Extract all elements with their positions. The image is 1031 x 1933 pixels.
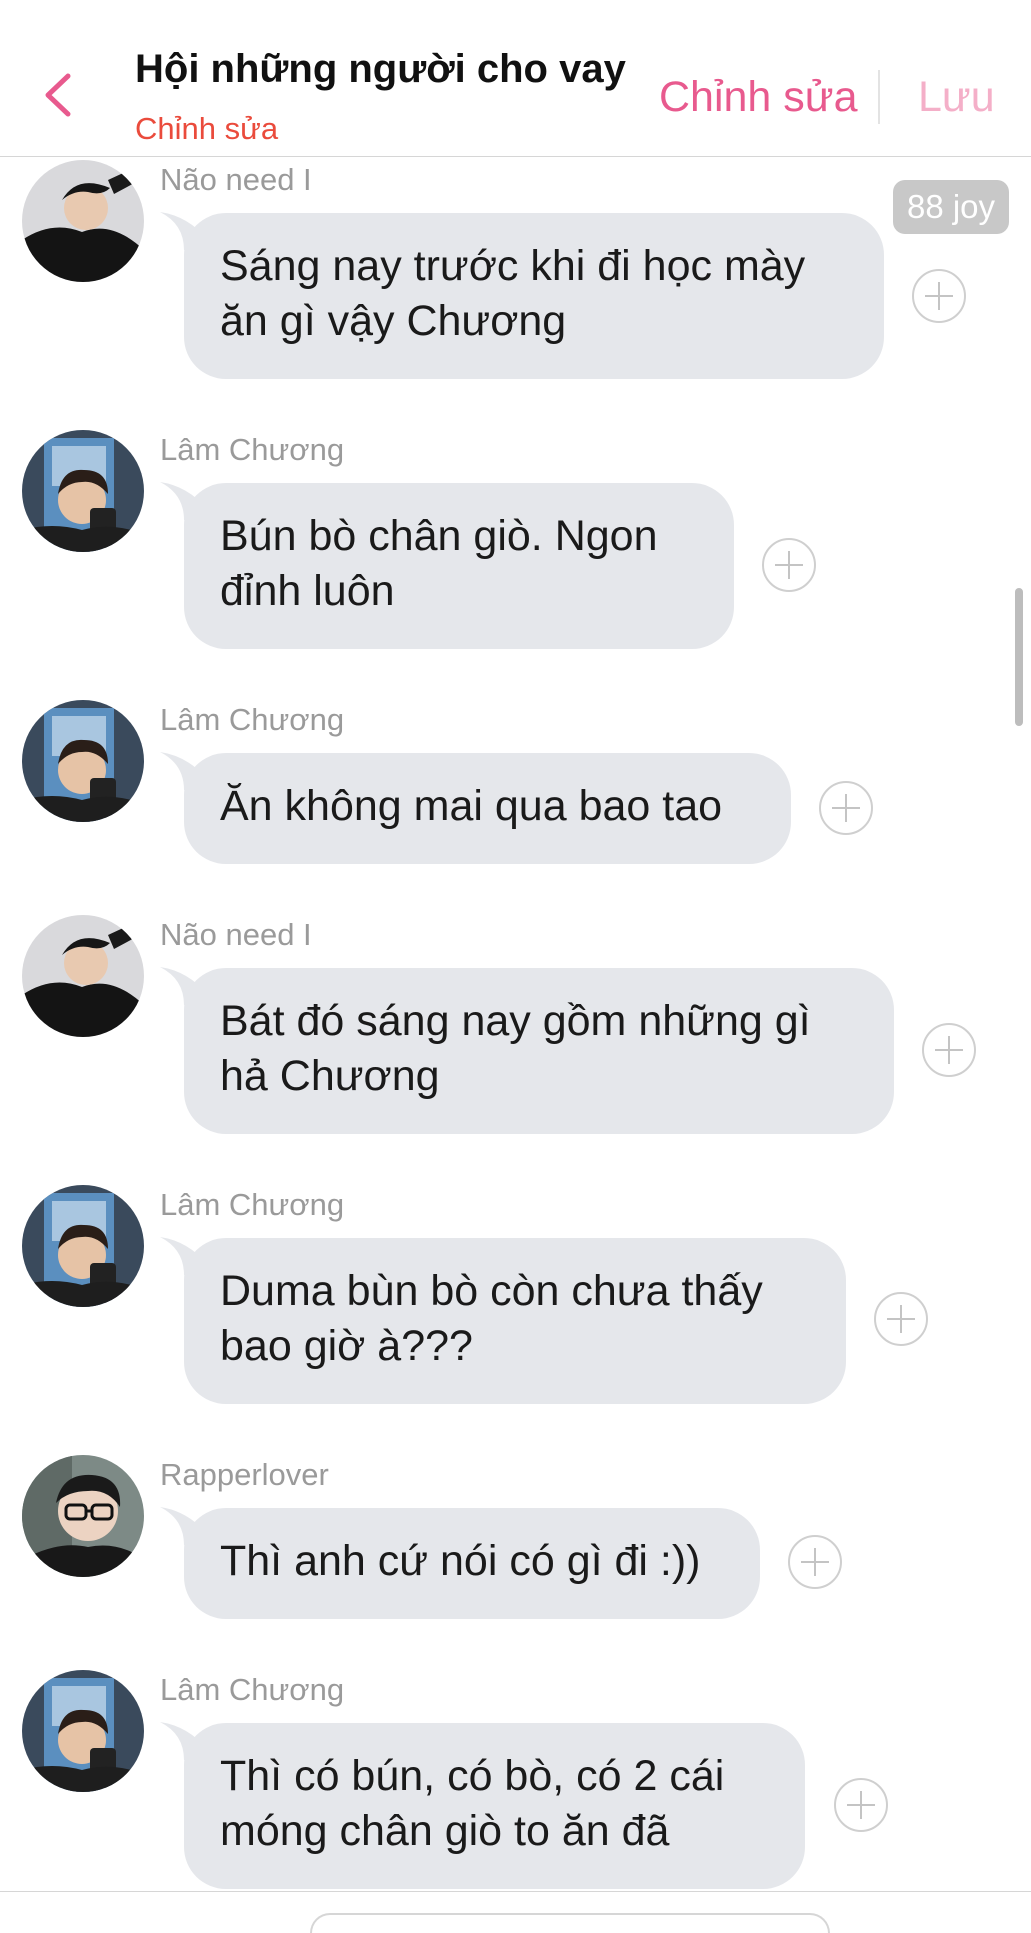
avatar-nao-image — [22, 160, 144, 282]
avatar[interactable] — [22, 1185, 144, 1307]
back-button[interactable] — [38, 70, 78, 120]
scrollbar[interactable] — [1015, 588, 1023, 726]
avatar-lam-image — [22, 1185, 144, 1307]
message-line: ăn gì vậy Chương — [220, 297, 567, 345]
chevron-left-icon — [45, 73, 71, 117]
message-bubble[interactable]: Duma bùn bò còn chưa thấy bao giờ à??? — [184, 1238, 846, 1404]
avatar[interactable] — [22, 430, 144, 552]
avatar[interactable] — [22, 1455, 144, 1577]
message-bubble[interactable]: Bún bò chân giò. Ngon đỉnh luôn — [184, 483, 734, 649]
message-line: Ăn không mai qua bao tao — [220, 782, 723, 830]
message-line: Bún bò chân giò. Ngon — [220, 512, 658, 560]
message-line: Sáng nay trước khi đi học mày — [220, 242, 806, 290]
add-reaction-button[interactable] — [912, 269, 966, 323]
avatar[interactable] — [22, 1670, 144, 1792]
message-bubble[interactable]: Thì anh cứ nói có gì đi :)) — [184, 1508, 760, 1619]
message-line: Duma bùn bò còn chưa thấy — [220, 1267, 763, 1315]
avatar[interactable] — [22, 915, 144, 1037]
avatar-lam-image — [22, 1670, 144, 1792]
add-reaction-button[interactable] — [788, 1535, 842, 1589]
avatar-lam-image — [22, 430, 144, 552]
save-button[interactable]: Lưu — [918, 73, 995, 122]
avatar[interactable] — [22, 160, 144, 282]
message-line: Thì anh cứ nói có gì đi :)) — [220, 1537, 701, 1585]
sender-name: Rapperlover — [160, 1457, 329, 1492]
message-bubble[interactable]: Sáng nay trước khi đi học mày ăn gì vậy … — [184, 213, 884, 379]
avatar[interactable] — [22, 700, 144, 822]
avatar-nao-image — [22, 915, 144, 1037]
sender-name: Não need I — [160, 162, 312, 197]
message-bubble[interactable]: Thì có bún, có bò, có 2 cái móng chân gi… — [184, 1723, 805, 1889]
sender-name: Não need I — [160, 917, 312, 952]
message-line: móng chân giò to ăn đã — [220, 1807, 670, 1855]
chat-title: Hội những người cho vay — [135, 47, 626, 91]
chat-header: Hội những người cho vay Chỉnh sửa Chỉnh … — [0, 0, 1031, 157]
sender-name: Lâm Chương — [160, 1672, 345, 1707]
avatar-rapper-image — [22, 1455, 144, 1577]
add-reaction-button[interactable] — [819, 781, 873, 835]
composer-divider — [0, 1891, 1031, 1892]
add-reaction-button[interactable] — [874, 1292, 928, 1346]
add-reaction-button[interactable] — [922, 1023, 976, 1077]
composer-input[interactable] — [310, 1913, 830, 1933]
chat-subtitle[interactable]: Chỉnh sửa — [135, 111, 278, 147]
message-line: bao giờ à??? — [220, 1322, 473, 1370]
message-bubble[interactable]: Ăn không mai qua bao tao — [184, 753, 791, 864]
edit-button[interactable]: Chỉnh sửa — [659, 73, 858, 122]
message-line: Bát đó sáng nay gồm những gì — [220, 997, 811, 1045]
add-reaction-button[interactable] — [762, 538, 816, 592]
message-bubble[interactable]: Bát đó sáng nay gồm những gì hả Chương — [184, 968, 894, 1134]
sender-name: Lâm Chương — [160, 1187, 345, 1222]
message-line: Thì có bún, có bò, có 2 cái — [220, 1752, 725, 1800]
joy-badge: 88 joy — [893, 180, 1009, 234]
header-divider — [878, 70, 880, 124]
message-line: hả Chương — [220, 1052, 440, 1100]
sender-name: Lâm Chương — [160, 432, 345, 467]
message-line: đỉnh luôn — [220, 567, 395, 615]
avatar-lam-image — [22, 700, 144, 822]
add-reaction-button[interactable] — [834, 1778, 888, 1832]
sender-name: Lâm Chương — [160, 702, 345, 737]
